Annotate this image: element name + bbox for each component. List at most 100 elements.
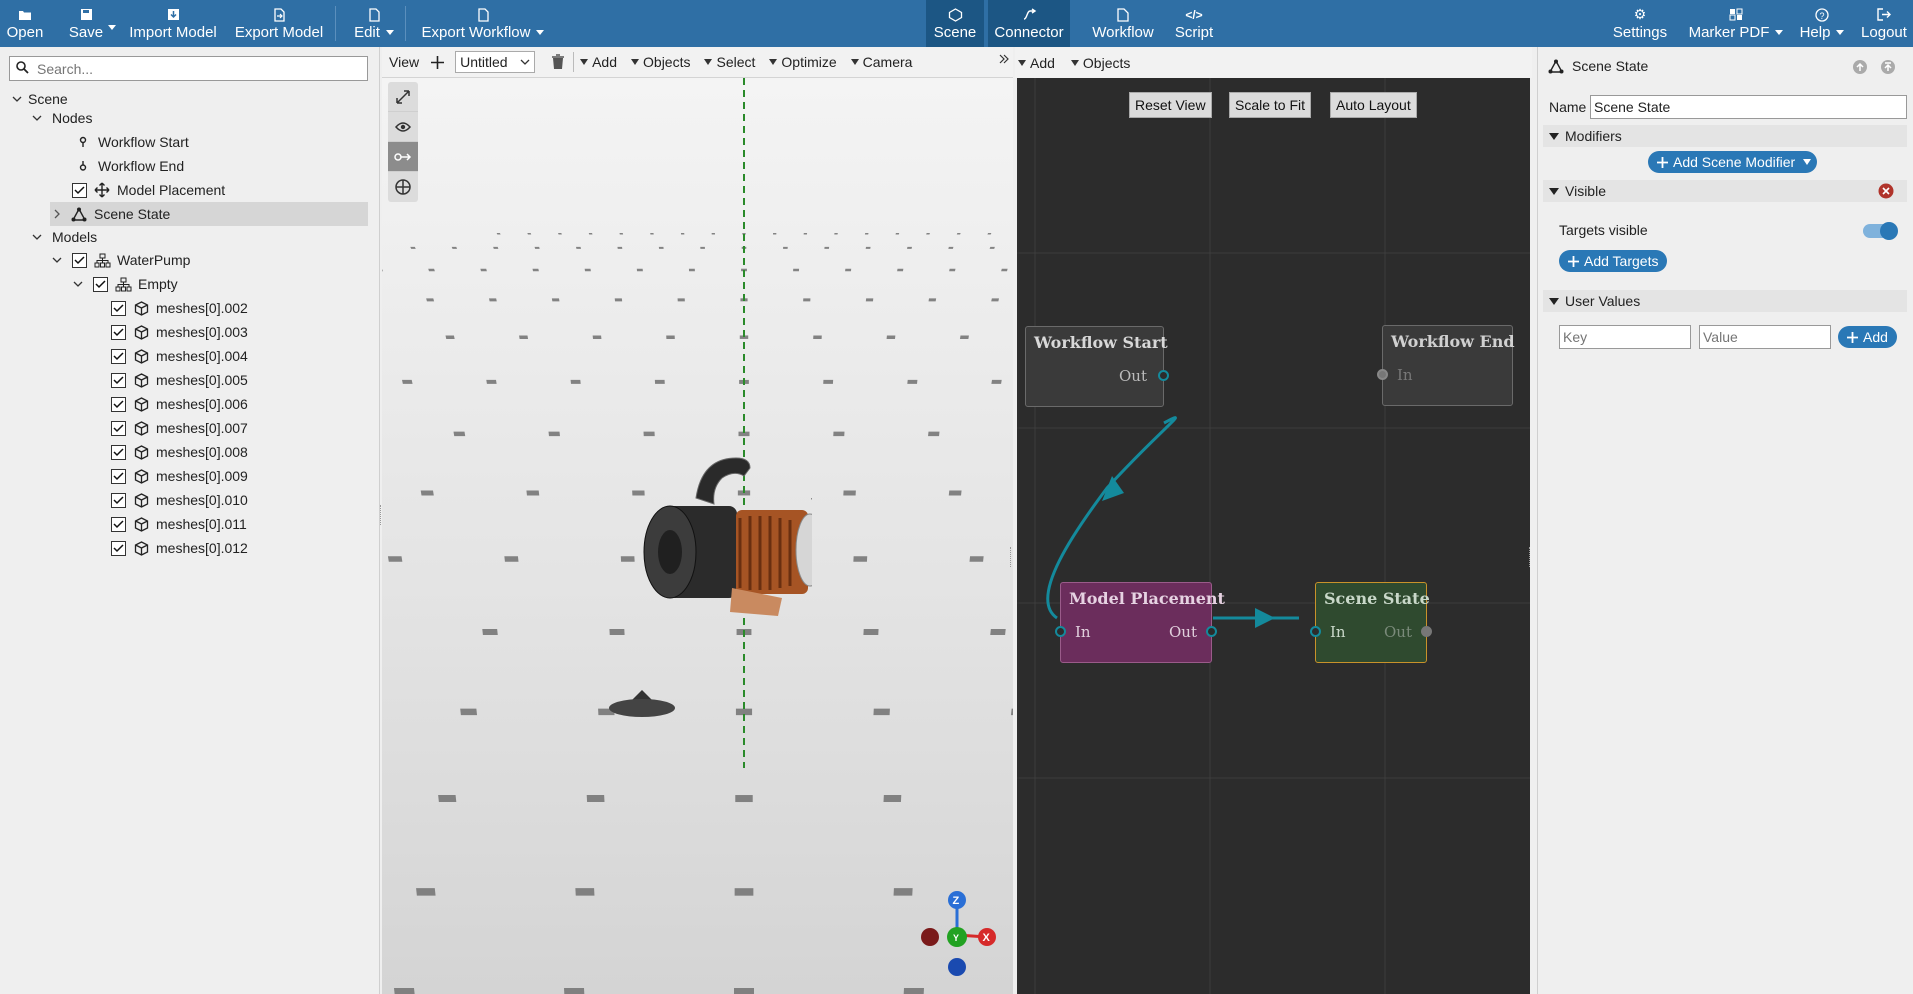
visibility-button[interactable] (388, 112, 418, 142)
checkbox[interactable] (111, 420, 126, 436)
node-workflow-end[interactable]: Workflow End In (1377, 325, 1515, 406)
objects-menu[interactable]: Objects (631, 54, 690, 70)
arrow-top-icon[interactable] (1880, 59, 1896, 78)
checkbox[interactable] (111, 372, 126, 388)
add-menu[interactable]: Add (580, 54, 617, 70)
tab-scene[interactable]: Scene (926, 0, 984, 47)
value-input[interactable] (1699, 325, 1831, 349)
input-port[interactable] (1055, 626, 1066, 637)
checkbox[interactable] (111, 300, 126, 316)
chevron-down-icon[interactable] (10, 92, 24, 106)
node-workflow-start[interactable]: Workflow Start Out (1025, 326, 1169, 407)
output-port[interactable] (1421, 626, 1432, 637)
checkbox[interactable] (111, 324, 126, 340)
tree-item-mesh[interactable]: meshes[0].012 (111, 536, 248, 560)
tree-item-mesh[interactable]: meshes[0].006 (111, 392, 248, 416)
tree-item-mesh[interactable]: meshes[0].003 (111, 320, 248, 344)
collapse-panel-button[interactable] (999, 54, 1009, 64)
checkbox[interactable] (111, 516, 126, 532)
modifiers-section-header[interactable]: Modifiers (1543, 125, 1907, 147)
marker-pdf-menu[interactable]: Marker PDF (1689, 0, 1784, 47)
tree-item-mesh[interactable]: meshes[0].011 (111, 512, 247, 536)
key-input[interactable] (1559, 325, 1691, 349)
tree-item-mesh[interactable]: meshes[0].009 (111, 464, 248, 488)
export-workflow-menu[interactable]: Export Workflow (418, 0, 548, 47)
add-targets-button[interactable]: Add Targets (1559, 250, 1668, 272)
select-menu[interactable]: Select (704, 54, 755, 70)
export-model-button[interactable]: Export Model (234, 0, 324, 47)
checkbox[interactable] (111, 348, 126, 364)
chevron-down-icon[interactable] (30, 230, 44, 244)
graph-objects-menu[interactable]: Objects (1070, 55, 1130, 71)
graph-add-menu[interactable]: Add (1018, 55, 1055, 71)
orientation-gizmo[interactable]: Z X Y (912, 890, 1002, 980)
targets-visible-toggle[interactable] (1863, 222, 1898, 240)
search-box[interactable] (9, 56, 368, 81)
splitter-handle[interactable] (1010, 547, 1013, 567)
connector-tool-button[interactable] (388, 142, 418, 172)
arrow-up-icon[interactable] (1852, 59, 1868, 78)
tree-item-mesh[interactable]: meshes[0].007 (111, 416, 248, 440)
input-port[interactable] (1377, 369, 1388, 380)
settings-button[interactable]: ⚙ Settings (1608, 0, 1672, 47)
checkbox[interactable] (111, 396, 126, 412)
tree-item-mesh[interactable]: meshes[0].008 (111, 440, 248, 464)
remove-modifier-button[interactable] (1878, 183, 1894, 202)
tree-item-mesh[interactable]: meshes[0].005 (111, 368, 248, 392)
checkbox[interactable] (111, 444, 126, 460)
tree-item-nodes[interactable]: Nodes (30, 106, 92, 130)
input-port[interactable] (1310, 626, 1321, 637)
tab-script[interactable]: </> Script (1170, 0, 1218, 47)
optimize-menu[interactable]: Optimize (769, 54, 837, 70)
view-menu[interactable]: View (389, 54, 419, 70)
chevron-down-icon[interactable] (30, 111, 44, 125)
add-scene-button[interactable] (430, 55, 445, 70)
fullscreen-button[interactable] (388, 82, 418, 112)
open-button[interactable]: Open (2, 0, 48, 47)
scene-select[interactable]: Untitled (455, 51, 536, 73)
graph-canvas[interactable]: Reset View Scale to Fit Auto Layout Work… (1017, 78, 1530, 994)
logout-button[interactable]: Logout (1856, 0, 1912, 47)
reset-view-button[interactable]: Reset View (1129, 92, 1212, 118)
3d-scene-canvas[interactable]: Z X Y (382, 78, 1013, 994)
checkbox[interactable] (93, 276, 108, 292)
auto-layout-button[interactable]: Auto Layout (1330, 92, 1417, 118)
tree-item-scene-state[interactable]: Scene State (50, 202, 368, 226)
checkbox[interactable] (72, 252, 87, 268)
checkbox[interactable] (111, 468, 126, 484)
tab-connector[interactable]: Connector (988, 0, 1070, 47)
name-field[interactable]: Scene State (1590, 95, 1907, 119)
checkbox[interactable] (111, 492, 126, 508)
help-menu[interactable]: ? Help (1798, 0, 1846, 47)
user-values-section-header[interactable]: User Values (1543, 290, 1907, 312)
tree-item-workflow-start[interactable]: Workflow Start (74, 130, 189, 154)
search-input[interactable] (37, 60, 337, 77)
tree-item-model-placement[interactable]: Model Placement (72, 178, 225, 202)
tree-item-models[interactable]: Models (30, 225, 97, 249)
delete-scene-button[interactable] (551, 54, 565, 70)
node-model-placement[interactable]: Model Placement In Out (1055, 582, 1225, 663)
node-scene-state[interactable]: Scene State In Out (1310, 582, 1432, 663)
splitter-handle[interactable] (1529, 547, 1532, 567)
edit-menu[interactable]: Edit (350, 0, 398, 47)
camera-menu[interactable]: Camera (850, 54, 912, 70)
import-model-button[interactable]: Import Model (124, 0, 222, 47)
tree-item-mesh[interactable]: meshes[0].004 (111, 344, 248, 368)
chevron-down-icon[interactable] (50, 253, 64, 267)
output-port[interactable] (1158, 370, 1169, 381)
tree-item-mesh[interactable]: meshes[0].002 (111, 296, 248, 320)
add-scene-modifier-button[interactable]: Add Scene Modifier (1648, 151, 1818, 173)
tree-item-waterpump[interactable]: WaterPump (50, 248, 190, 272)
checkbox[interactable] (72, 182, 87, 198)
tree-item-workflow-end[interactable]: Workflow End (74, 154, 184, 178)
tab-workflow[interactable]: Workflow (1088, 0, 1158, 47)
chevron-right-icon[interactable] (50, 207, 64, 221)
output-port[interactable] (1206, 626, 1217, 637)
tree-item-empty[interactable]: Empty (71, 272, 178, 296)
chevron-down-icon[interactable] (71, 277, 85, 291)
scale-to-fit-button[interactable]: Scale to Fit (1229, 92, 1312, 118)
transform-button[interactable] (388, 172, 418, 202)
checkbox[interactable] (111, 540, 126, 556)
save-dropdown-icon[interactable] (105, 17, 116, 33)
add-user-value-button[interactable]: Add (1838, 326, 1897, 348)
